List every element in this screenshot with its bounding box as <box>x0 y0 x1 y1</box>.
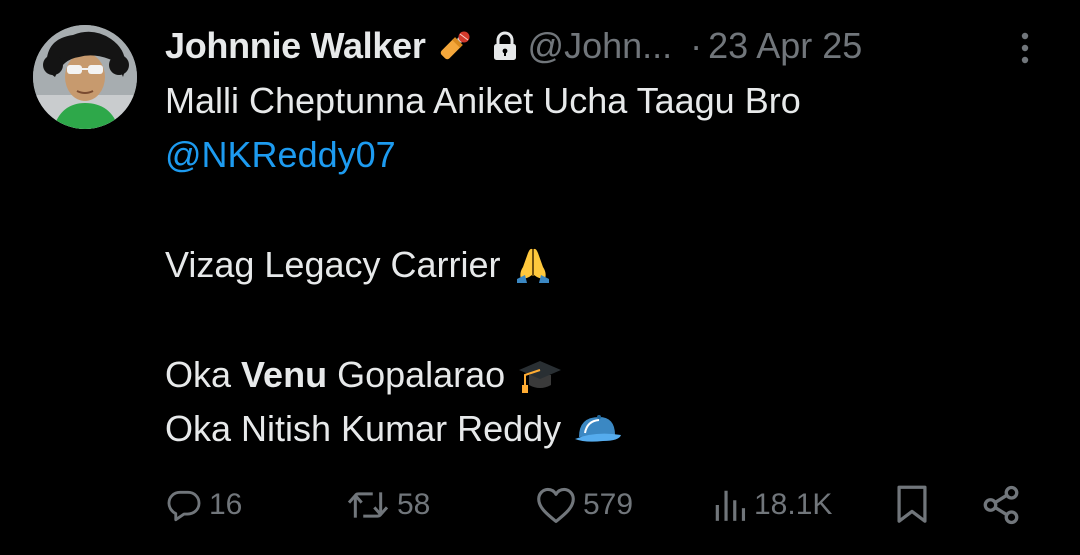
more-options-button[interactable] <box>1010 28 1040 68</box>
reply-icon <box>167 490 201 522</box>
post-text-line-3: Vizag Legacy Carrier <box>165 244 501 285</box>
handle[interactable]: @John... <box>528 25 673 67</box>
tweet: Johnnie Walker @John... · 23 Apr 25 Mall… <box>0 0 1080 555</box>
repost-count: 58 <box>397 488 431 521</box>
like-button[interactable]: 579 <box>535 482 633 528</box>
cricket-bat-icon <box>436 28 472 64</box>
post-text-line-4-suffix: Gopalarao <box>327 354 506 395</box>
post-text-line-4-prefix: Oka <box>165 354 242 395</box>
repost-icon <box>347 492 389 518</box>
bookmark-icon <box>897 485 927 523</box>
post-text: Malli Cheptunna Aniket Ucha Taagu Bro @N… <box>165 74 1045 456</box>
post-line: Vizag Legacy Carrier <box>165 238 1045 292</box>
post-header: Johnnie Walker @John... · 23 Apr 25 <box>165 24 862 68</box>
share-button[interactable] <box>980 482 1022 528</box>
repost-button[interactable]: 58 <box>345 482 430 528</box>
share-icon <box>983 485 1019 525</box>
post-text-line-5: Oka Nitish Kumar Reddy <box>165 408 562 449</box>
lock-icon <box>492 31 518 61</box>
billed-cap-icon <box>573 409 623 449</box>
post-line: Oka Venu Gopalarao <box>165 348 1045 402</box>
folded-hands-icon <box>513 245 553 285</box>
display-name[interactable]: Johnnie Walker <box>165 25 426 67</box>
reply-button[interactable]: 16 <box>165 482 242 528</box>
post-line: Oka Nitish Kumar Reddy <box>165 402 1045 456</box>
reply-count: 16 <box>209 488 243 521</box>
heart-icon <box>537 487 575 523</box>
views-button[interactable]: 18.1K <box>712 482 832 528</box>
separator-dot: · <box>690 25 703 66</box>
bookmark-button[interactable] <box>893 482 931 528</box>
view-count: 18.1K <box>754 488 833 521</box>
post-text-line-4-bold: Venu <box>241 354 328 395</box>
post-text-line-1: Malli Cheptunna Aniket Ucha Taagu Bro <box>165 80 801 121</box>
mention-link[interactable]: @NKReddy07 <box>165 128 396 182</box>
action-bar: 16 58 579 18.1K <box>165 482 1035 528</box>
like-count: 579 <box>583 488 634 521</box>
analytics-icon <box>715 490 746 521</box>
post-date[interactable]: 23 Apr 25 <box>708 25 862 67</box>
post-line: @NKReddy07 <box>165 128 1045 182</box>
more-vertical-icon <box>1021 32 1029 64</box>
post-line: Malli Cheptunna Aniket Ucha Taagu Bro <box>165 74 1045 128</box>
avatar[interactable] <box>33 25 137 129</box>
graduation-cap-icon <box>517 355 563 395</box>
